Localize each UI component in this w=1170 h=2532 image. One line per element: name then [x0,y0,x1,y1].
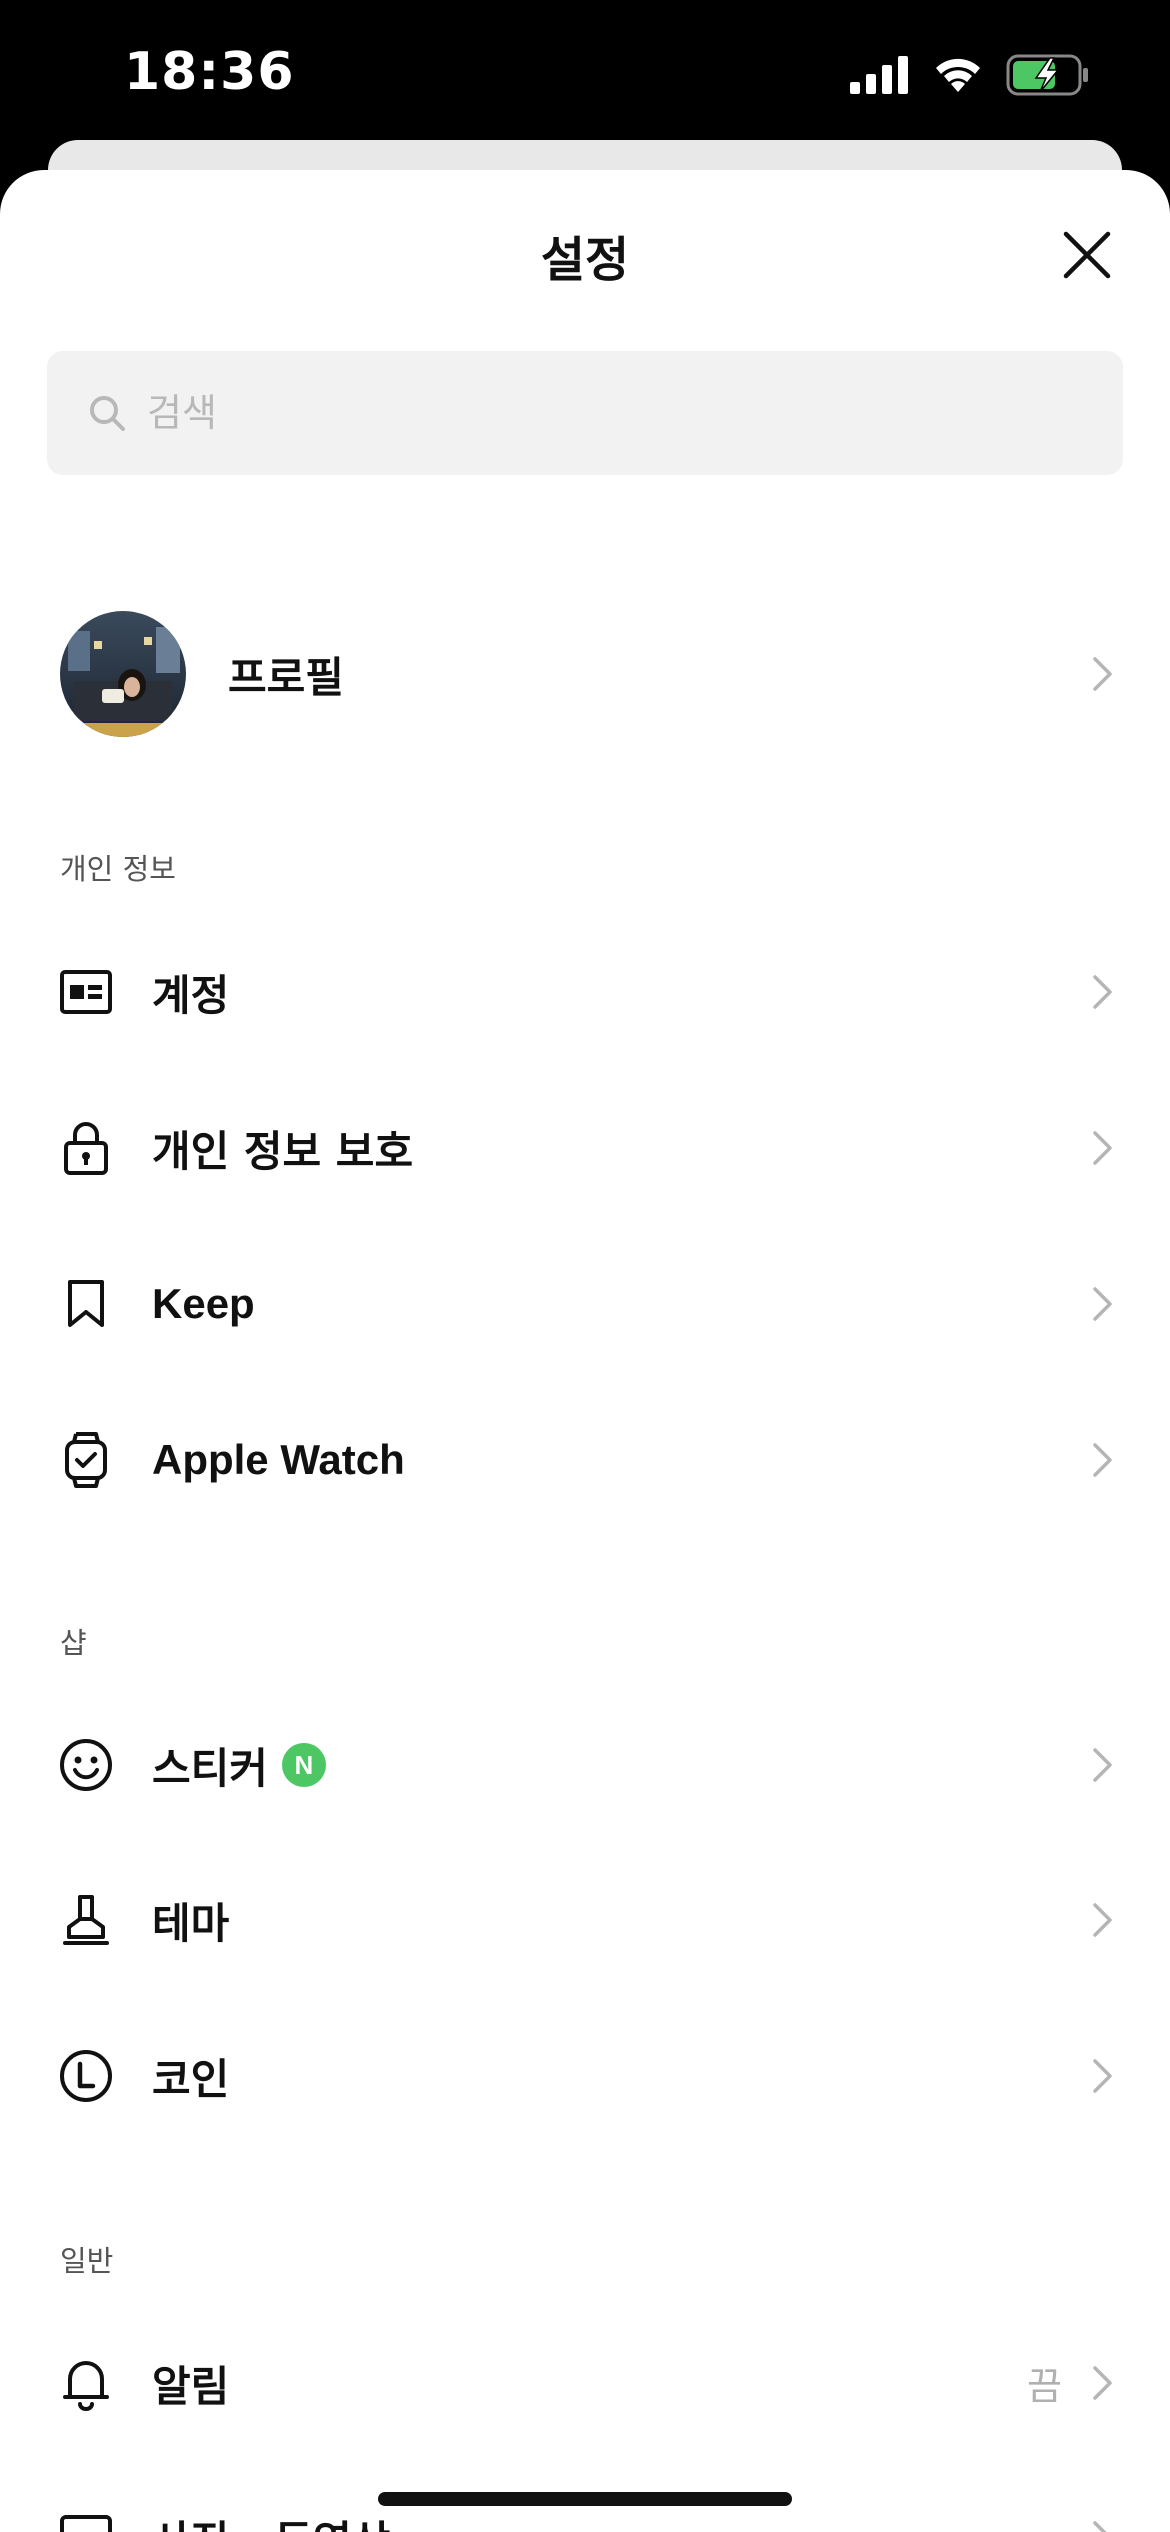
chevron-right-icon [1088,1745,1118,1785]
settings-item-label: 계정 [152,970,230,1020]
close-button[interactable] [1054,222,1120,288]
settings-item-label: 사진 · 동영상 [152,2508,390,2532]
settings-item-coin[interactable]: 코인 [0,2016,1170,2136]
settings-item-label: 스티커 [152,1743,268,1793]
settings-item-sticker[interactable]: 스티커 N [0,1705,1170,1825]
settings-item-label: 코인 [152,2054,230,2104]
chevron-right-icon [1088,1440,1118,1480]
avatar [60,611,186,737]
settings-item-account[interactable]: 계정 [0,932,1170,1052]
coin-icon [56,2046,116,2106]
settings-item-keep[interactable]: Keep [0,1244,1170,1364]
chevron-right-icon [1088,2363,1118,2403]
settings-item-label: 테마 [152,1898,230,1948]
settings-item-apple-watch[interactable]: Apple Watch [0,1400,1170,1520]
settings-item-label: 개인 정보 보호 [152,1126,414,1176]
lock-icon [56,1118,116,1178]
page-title: 설정 [540,232,630,288]
wifi-icon [936,58,980,92]
settings-sheet: 설정 검색 프로필 개인 정보 계정 개인 정보 보호 Keep Apple W… [0,170,1170,2532]
sheet-header: 설정 [0,170,1170,330]
search-input[interactable] [145,390,1045,436]
settings-item-theme[interactable]: 테마 [0,1860,1170,1980]
section-label-personal: 개인 정보 [60,852,176,886]
chevron-right-icon [1088,1900,1118,1940]
status-icons [850,54,1090,96]
close-icon [1063,231,1111,279]
cellular-signal-icon [850,56,908,94]
status-time: 18:36 [124,42,295,102]
search-bar[interactable] [47,351,1123,475]
search-icon [90,396,125,431]
profile-row[interactable]: 프로필 [0,608,1170,740]
settings-item-label: Keep [152,1280,255,1327]
chevron-right-icon [1088,2056,1118,2096]
bell-icon [56,2353,116,2413]
settings-item-notifications[interactable]: 알림 끔 [0,2323,1170,2443]
smiley-icon [56,1735,116,1795]
settings-item-label: Apple Watch [152,1436,405,1483]
bookmark-icon [56,1274,116,1334]
new-badge: N [281,1743,326,1787]
watch-icon [56,1430,116,1490]
chevron-right-icon [1088,654,1118,694]
chevron-right-icon [1088,1128,1118,1168]
status-bar: 18:36 [0,0,1170,140]
battery-charging-icon [1006,54,1088,96]
notification-status-value: 끔 [1027,2364,1062,2409]
profile-label: 프로필 [228,652,344,702]
chevron-right-icon [1088,1284,1118,1324]
section-label-general: 일반 [60,2244,114,2278]
section-label-shop: 샵 [60,1626,87,1660]
chevron-right-icon [1088,972,1118,1012]
settings-item-label: 알림 [152,2361,230,2411]
settings-item-privacy[interactable]: 개인 정보 보호 [0,1088,1170,1208]
id-card-icon [56,962,116,1022]
brush-icon [56,1890,116,1950]
photo-icon [56,2508,116,2532]
chevron-right-icon [1088,2518,1118,2532]
home-indicator [378,2492,792,2506]
